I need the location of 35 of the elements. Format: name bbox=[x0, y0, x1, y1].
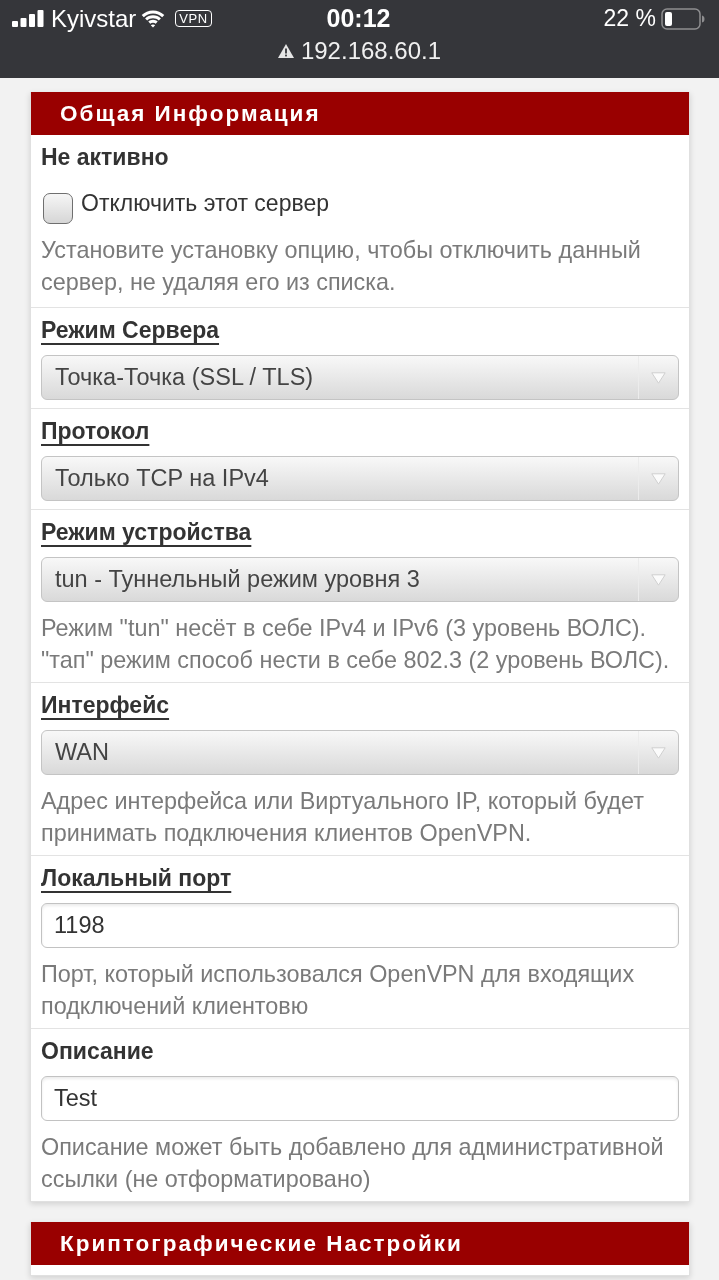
section-header: Криптографические Настройки bbox=[31, 1222, 689, 1265]
checkbox[interactable] bbox=[43, 193, 73, 224]
field-label: Не активно bbox=[41, 144, 169, 170]
battery-icon bbox=[661, 7, 705, 30]
warning-icon bbox=[277, 44, 294, 58]
dropdown-select[interactable]: Точка-Точка (SSL / TLS) bbox=[41, 355, 679, 400]
vpn-indicator: VPN bbox=[175, 10, 212, 27]
field-label-link[interactable]: Режим устройства bbox=[41, 519, 252, 545]
field-label-link[interactable]: Режим Сервера bbox=[41, 317, 220, 343]
battery-percent: 22 % bbox=[603, 5, 656, 32]
wifi-icon bbox=[141, 9, 166, 28]
help-text: Режим "tun" несёт в себе IPv4 и IPv6 (3 уровень ВОЛС). "тап" режим способ нести в себе 802.3 (2 уровень ВОЛС). bbox=[41, 614, 671, 675]
url-address: 192.168.60.1 bbox=[300, 37, 442, 65]
field-label-link[interactable]: Протокол bbox=[41, 418, 150, 444]
dropdown-select[interactable]: tun - Туннельный режим уровня 3 bbox=[41, 557, 679, 602]
help-text: Адрес интерфейса или Виртуального IP, который будет принимать подключения клиентов OpenVPN. bbox=[41, 787, 645, 848]
help-text: Порт, который использовался OpenVPN для входящих подключений клиентовю bbox=[41, 960, 636, 1021]
field-label-link[interactable]: Интерфейс bbox=[41, 692, 170, 718]
signal-icon bbox=[12, 10, 44, 27]
section-header: Общая Информация bbox=[31, 92, 689, 135]
text-input[interactable]: Test bbox=[41, 1076, 679, 1121]
dropdown-select[interactable]: WAN bbox=[41, 730, 679, 775]
caret-down-icon bbox=[651, 371, 666, 384]
clock-time: 00:12 bbox=[326, 4, 391, 33]
help-text: Установите установку опцию, чтобы отключить данный сервер, не удаляя его из списка. bbox=[41, 236, 642, 297]
caret-down-icon bbox=[651, 472, 666, 485]
checkbox-label[interactable]: Отключить этот сервер bbox=[81, 187, 329, 219]
carrier-name: Kyivstar bbox=[51, 4, 137, 33]
caret-down-icon bbox=[651, 573, 666, 586]
help-text: Описание может быть добавлено для административной ссылки (не отформатировано) bbox=[41, 1133, 665, 1194]
field-label: Описание bbox=[41, 1038, 154, 1064]
dropdown-select[interactable]: Только TCP на IPv4 bbox=[41, 456, 679, 501]
field-label-link[interactable]: Локальный порт bbox=[41, 865, 232, 891]
text-input[interactable]: 1198 bbox=[41, 903, 679, 948]
caret-down-icon bbox=[651, 746, 666, 759]
